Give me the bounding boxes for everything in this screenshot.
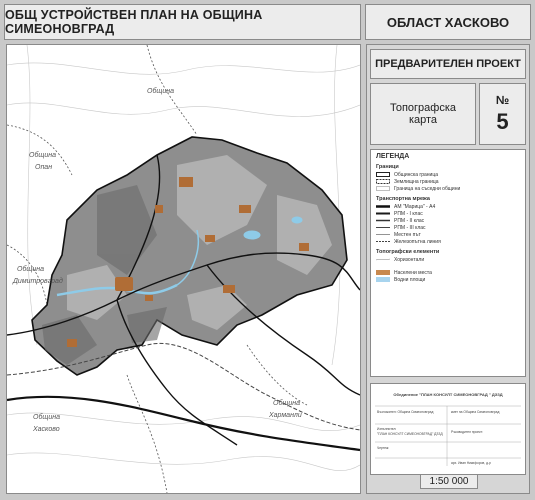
legend-item: Общинска граница bbox=[376, 171, 520, 178]
label-harmanli: Харманли bbox=[268, 412, 302, 419]
topographic-map: Община Община Опан Община Димитровград О… bbox=[7, 45, 360, 493]
side-panel: ПРЕДВАРИТЕЛЕН ПРОЕКТ Топографска карта №… bbox=[366, 44, 530, 494]
settlements-symbol bbox=[376, 270, 390, 275]
title-block-mayor: кмет на Община Симеоновград bbox=[451, 410, 500, 414]
label-obshtina-1: Община bbox=[147, 87, 174, 95]
map-view[interactable]: Община Община Опан Община Димитровград О… bbox=[6, 44, 361, 494]
legend-item: АМ "Марица" - А4 bbox=[376, 203, 520, 210]
label-obshtina-4: Община bbox=[273, 399, 300, 407]
legend-item: Местен път bbox=[376, 231, 520, 238]
local-road-symbol bbox=[376, 232, 390, 237]
legend-label: Водни площи bbox=[394, 276, 426, 283]
legend-title: ЛЕГЕНДА bbox=[376, 153, 410, 160]
label-obshtina-3: Община bbox=[17, 265, 44, 273]
legend-label: РПМ - III клас bbox=[394, 224, 426, 231]
sheet-number: № 5 bbox=[479, 83, 526, 145]
title-block-architect: арх. Иван Никифоров, д-р bbox=[451, 461, 491, 465]
legend-label: АМ "Марица" - А4 bbox=[394, 203, 436, 210]
title-block-drawing: Чертеж: bbox=[377, 446, 390, 450]
legend-item: Водни площи bbox=[376, 276, 520, 283]
sheet-title: Топографска карта bbox=[370, 83, 476, 145]
contours-symbol bbox=[376, 257, 390, 262]
sheet-number-label: № bbox=[495, 93, 510, 107]
legend-item: РПМ - II клас bbox=[376, 217, 520, 224]
municipal-boundary-symbol bbox=[376, 172, 390, 177]
project-stage: ПРЕДВАРИТЕЛЕН ПРОЕКТ bbox=[370, 49, 526, 79]
title-block-contractor: "ПЛАН КОНСУЛТ СИМЕОНОВГРАД" ДЗЗД bbox=[377, 432, 443, 436]
plan-title: ОБЩ УСТРОЙСТВЕН ПЛАН НА ОБЩИНА СИМЕОНОВГ… bbox=[4, 4, 361, 40]
legend-section-topography: Топографски елементи bbox=[376, 249, 440, 255]
label-opan: Опан bbox=[35, 164, 52, 171]
neighbour-boundary-symbol bbox=[376, 186, 390, 191]
label-dimitrovgrad: Димитровград bbox=[12, 277, 63, 285]
title-block-contractor-label: Изпълнител: bbox=[377, 427, 397, 431]
legend-item: Землищна граница bbox=[376, 178, 520, 185]
sheet-frame: ОБЩ УСТРОЙСТВЕН ПЛАН НА ОБЩИНА СИМЕОНОВГ… bbox=[0, 0, 535, 500]
legend-item: РПМ - III клас bbox=[376, 224, 520, 231]
sheet-title-line2: карта bbox=[408, 114, 438, 126]
legend-item: Хоризонтали bbox=[376, 256, 520, 263]
cadastral-boundary-symbol bbox=[376, 179, 390, 184]
legend-label: Хоризонтали bbox=[394, 256, 425, 263]
sheet-number-value: 5 bbox=[496, 109, 509, 134]
legend-label: Населени места bbox=[394, 269, 432, 276]
road-class-3-symbol bbox=[376, 225, 390, 230]
legend: ЛЕГЕНДА Граници Общинска граница Землищн… bbox=[370, 149, 526, 377]
legend-label: РПМ - I клас bbox=[394, 210, 423, 217]
legend-item: Граница на съседни общини bbox=[376, 185, 520, 192]
title-block-client: Възложител: Община Симеоновград bbox=[377, 410, 434, 414]
map-scale: 1:50 000 bbox=[420, 474, 478, 489]
motorway-symbol bbox=[376, 204, 390, 209]
road-class-1-symbol bbox=[376, 211, 390, 216]
legend-label: Железопътна линия bbox=[394, 238, 441, 245]
title-block-manager: Ръководител проект: bbox=[451, 430, 484, 434]
legend-label: Общинска граница bbox=[394, 171, 438, 178]
railway-symbol bbox=[376, 239, 390, 244]
legend-item: Железопътна линия bbox=[376, 238, 520, 245]
title-block: Обединение "ПЛАН КОНСУЛТ СИМЕОНОВГРАД " … bbox=[370, 383, 526, 475]
water-symbol bbox=[376, 277, 390, 282]
legend-label: Граница на съседни общини bbox=[394, 185, 461, 192]
legend-item: Населени места bbox=[376, 269, 520, 276]
legend-section-boundaries: Граници bbox=[376, 164, 399, 170]
legend-label: Землищна граница bbox=[394, 178, 439, 185]
label-obshtina-2: Община bbox=[29, 151, 56, 159]
legend-section-transport: Транспортна мрежа bbox=[376, 196, 430, 202]
sheet-title-line1: Топографска bbox=[389, 102, 457, 114]
legend-label: РПМ - II клас bbox=[394, 217, 425, 224]
legend-label: Местен път bbox=[394, 231, 421, 238]
region-title: ОБЛАСТ ХАСКОВО bbox=[365, 4, 531, 40]
road-class-2-symbol bbox=[376, 218, 390, 223]
label-haskovo: Хасково bbox=[32, 426, 60, 433]
legend-item: РПМ - I клас bbox=[376, 210, 520, 217]
label-obshtina-5: Община bbox=[33, 413, 60, 421]
